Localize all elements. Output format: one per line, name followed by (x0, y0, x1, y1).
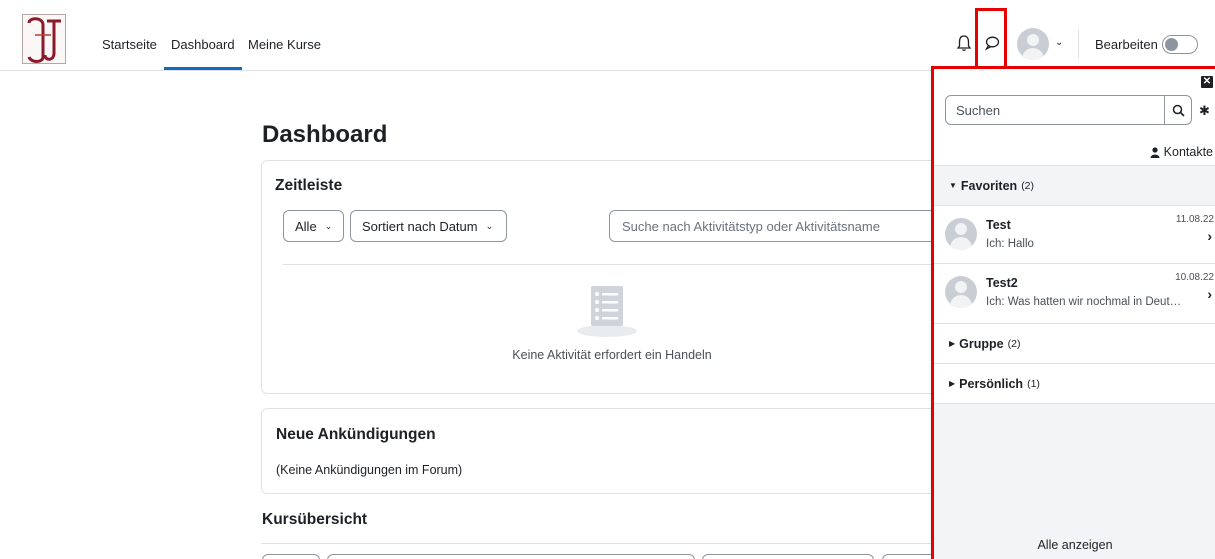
caret-down-icon: ▼ (949, 181, 957, 190)
personal-count: (1) (1027, 377, 1040, 390)
favorites-section-toggle[interactable]: ▼ Favoriten (2) (934, 165, 1215, 205)
timeline-sort-dropdown[interactable]: Sortiert nach Datum ⌄ (350, 210, 507, 242)
active-tab-indicator (164, 67, 242, 70)
conversation-name: Test (986, 218, 1011, 232)
chevron-right-icon: › (1207, 228, 1212, 244)
course-search-input[interactable] (327, 554, 695, 559)
top-navbar: Startseite Dashboard Meine Kurse ⌄ Bearb… (0, 0, 1215, 77)
gear-icon[interactable]: ✱ (1199, 103, 1210, 119)
personal-label: Persönlich (959, 376, 1024, 391)
navbar-divider (1078, 30, 1079, 58)
drawer-footer: Alle anzeigen (934, 403, 1215, 559)
page-title: Dashboard (262, 121, 388, 148)
user-icon (1150, 146, 1160, 158)
conversation-date: 11.08.22 (1175, 214, 1214, 225)
chevron-down-icon: ⌄ (485, 220, 494, 231)
conversation-name: Test2 (986, 276, 1018, 290)
nav-link-dashboard[interactable]: Dashboard (171, 37, 235, 52)
personal-section-toggle[interactable]: ▶ Persönlich (1) (934, 363, 1215, 403)
course-overview-divider (261, 543, 961, 544)
search-icon (1172, 104, 1185, 117)
group-count: (2) (1007, 337, 1021, 350)
nav-link-home[interactable]: Startseite (102, 37, 157, 52)
announcements-empty-text: (Keine Ankündigungen im Forum) (276, 463, 463, 477)
favorites-label: Favoriten (960, 178, 1018, 193)
close-icon[interactable]: ✕ (1201, 76, 1213, 88)
caret-right-icon: ▶ (949, 379, 956, 388)
avatar (945, 218, 977, 250)
user-avatar[interactable] (1017, 28, 1049, 60)
avatar (945, 276, 977, 308)
timeline-title: Zeitleiste (275, 177, 343, 194)
announcements-block: Neue Ankündigungen (Keine Ankündigungen … (261, 408, 961, 494)
contacts-link[interactable]: Kontakte (1150, 145, 1213, 159)
chevron-down-icon: ⌄ (324, 220, 333, 231)
search-button[interactable] (1164, 95, 1192, 125)
search-placeholder: Suche nach Aktivitätstyp oder Aktivitäts… (622, 218, 880, 234)
timeline-empty-text: Keine Aktivität erfordert ein Handeln (512, 348, 712, 362)
edit-mode-label: Bearbeiten (1095, 37, 1158, 52)
site-logo[interactable] (22, 14, 66, 64)
edit-mode-toggle[interactable] (1162, 35, 1198, 54)
show-all-link[interactable]: Alle anzeigen (934, 538, 1215, 552)
announcements-title: Neue Ankündigungen (276, 426, 436, 443)
conversation-item[interactable]: Test Ich: Hallo 11.08.22 › (934, 205, 1215, 263)
sort-label: Sortiert nach Datum (362, 218, 478, 234)
timeline-filter-dropdown[interactable]: Alle ⌄ (283, 210, 344, 242)
conversation-date: 10.08.22 (1175, 272, 1214, 283)
chevron-down-icon[interactable]: ⌄ (1055, 37, 1063, 48)
conversation-last-message: Ich: Hallo (986, 238, 1034, 250)
drawer-search-input[interactable]: Suchen (945, 95, 1165, 125)
bell-icon[interactable] (955, 34, 973, 52)
course-overview-title: Kursübersicht (262, 511, 368, 528)
group-label: Gruppe (959, 336, 1004, 351)
conversation-item[interactable]: Test2 Ich: Was hatten wir nochmal in Deu… (934, 263, 1215, 323)
conversation-last-message: Ich: Was hatten wir nochmal in Deutsch a… (986, 296, 1186, 308)
messages-highlight-box (975, 8, 1007, 77)
message-drawer: ✕ Suchen ✱ Kontakte ▼ Favoriten (2) Test… (933, 68, 1215, 559)
filter-label: Alle (295, 218, 317, 234)
timeline-divider (283, 264, 943, 265)
drawer-search-placeholder: Suchen (956, 102, 1001, 118)
chevron-right-icon: › (1207, 286, 1212, 302)
favorites-count: (2) (1021, 179, 1035, 192)
contacts-label: Kontakte (1163, 145, 1213, 159)
timeline-search-input[interactable]: Suche nach Aktivitätstyp oder Aktivitäts… (609, 210, 969, 242)
caret-right-icon: ▶ (949, 339, 956, 348)
empty-list-icon (577, 286, 637, 337)
nav-link-my-courses[interactable]: Meine Kurse (248, 37, 321, 52)
course-filter-button[interactable] (262, 554, 320, 559)
course-sort-button[interactable] (702, 554, 874, 559)
timeline-block: Zeitleiste Alle ⌄ Sortiert nach Datum ⌄ Su… (261, 160, 969, 394)
group-section-toggle[interactable]: ▶ Gruppe (2) (934, 323, 1215, 363)
